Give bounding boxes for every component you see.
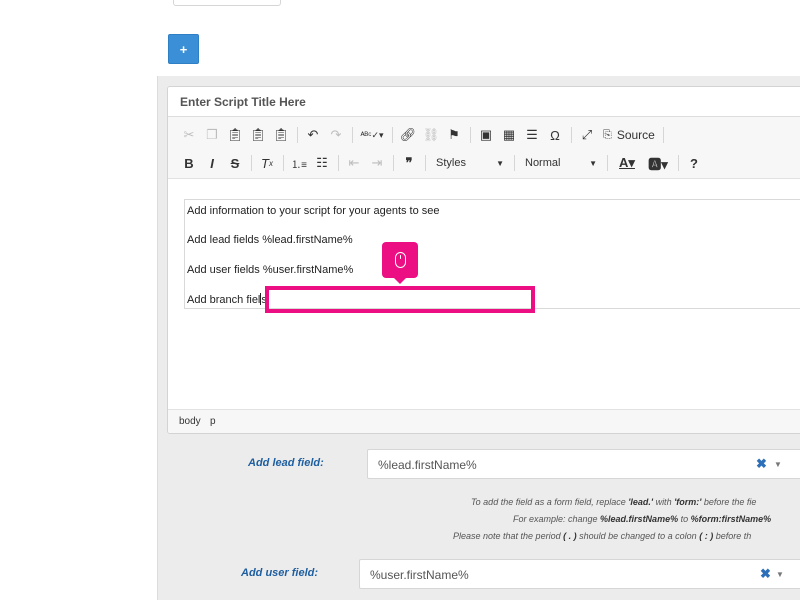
content-paragraph: Add lead fields %lead.firstName% [187, 234, 353, 246]
toolbar-row-1: ✂ ❐ 📋︎ 📋︎ 📋︎ ↶ ↷ ᴬᴮᶜ✓▾ 🔗︎ ⛓ ⚑ ▣ ▦ ☰ Ω ⤢ … [178, 123, 668, 147]
path-crumb-body[interactable]: body [179, 416, 201, 427]
click-hint-badge [382, 242, 418, 284]
toolbar-separator [425, 155, 426, 171]
clear-icon[interactable]: ✖ [756, 456, 767, 472]
bold-icon[interactable]: B [178, 152, 200, 174]
toolbar-separator [470, 127, 471, 143]
mouse-icon [394, 252, 406, 268]
source-icon: ⎘ [603, 128, 612, 141]
copy-icon[interactable]: ❐ [201, 124, 223, 146]
script-title-placeholder: Enter Script Title Here [180, 95, 306, 109]
indent-icon[interactable]: ⇥ [366, 152, 388, 174]
outdent-icon[interactable]: ⇤ [343, 152, 365, 174]
help-icon[interactable]: ? [683, 152, 705, 174]
script-title-input[interactable]: Enter Script Title Here [168, 87, 800, 117]
background-color-icon[interactable]: 🅰︎▾ [643, 152, 673, 174]
user-field-select[interactable]: %user.firstName% ✖ ▼ [359, 559, 800, 589]
source-label: Source [616, 128, 655, 142]
toolbar-separator [607, 155, 608, 171]
maximize-icon[interactable]: ⤢ [576, 124, 598, 146]
toolbar-separator [571, 127, 572, 143]
special-char-icon[interactable]: Ω [544, 124, 566, 146]
toolbar-separator [514, 155, 515, 171]
click-target-highlight [265, 286, 535, 313]
toolbar-separator [283, 155, 284, 171]
format-label: Normal [525, 157, 561, 169]
toolbar-separator [352, 127, 353, 143]
content-paragraph: Add information to your script for your … [187, 205, 440, 217]
spellcheck-icon[interactable]: ᴬᴮᶜ✓▾ [357, 124, 387, 146]
content-paragraph: Add user fields %user.firstName% [187, 264, 354, 276]
user-field-value: %user.firstName% [370, 568, 469, 582]
unlink-icon[interactable]: ⛓ [420, 124, 442, 146]
content-text: Add branch fiel [187, 294, 261, 306]
content-paragraph-active: Add branch fiels [187, 293, 267, 306]
format-dropdown[interactable]: Normal ▼ [519, 152, 603, 174]
image-icon[interactable]: ▣ [475, 124, 497, 146]
path-crumb-p[interactable]: p [210, 416, 216, 427]
lead-field-select[interactable]: %lead.firstName% ✖ ▼ [367, 449, 800, 479]
blockquote-icon[interactable]: ❞ [398, 152, 420, 174]
link-icon[interactable]: 🔗︎ [397, 124, 419, 146]
element-path-bar: body p [168, 409, 800, 433]
lead-field-label: Add lead field: [248, 457, 324, 469]
remove-format-icon[interactable]: Tx [256, 152, 278, 174]
table-icon[interactable]: ▦ [498, 124, 520, 146]
bulleted-list-icon[interactable]: ☷ [311, 152, 333, 174]
toolbar-separator [393, 155, 394, 171]
italic-icon[interactable]: I [201, 152, 223, 174]
chevron-down-icon[interactable]: ▼ [774, 460, 782, 469]
toolbar-separator [338, 155, 339, 171]
undo-icon[interactable]: ↶ [302, 124, 324, 146]
toolbar-separator [297, 127, 298, 143]
numbered-list-icon[interactable]: ⒈≡ [288, 152, 310, 174]
styles-label: Styles [436, 157, 466, 169]
page: + Enter Script Title Here ✂ ❐ 📋︎ 📋︎ 📋︎ ↶… [0, 0, 800, 600]
lead-field-value: %lead.firstName% [378, 458, 477, 472]
toolbar-separator [251, 155, 252, 171]
toolbar-row-2: B I S Tx ⒈≡ ☷ ⇤ ⇥ ❞ Styles ▼ Normal ▼ A▾… [178, 151, 706, 175]
clear-icon[interactable]: ✖ [760, 566, 771, 582]
redo-icon[interactable]: ↷ [325, 124, 347, 146]
chevron-down-icon: ▼ [496, 158, 504, 168]
chevron-down-icon: ▼ [589, 158, 597, 168]
strikethrough-icon[interactable]: S [224, 152, 246, 174]
paste-word-icon[interactable]: 📋︎ [270, 124, 292, 146]
toolbar-separator [392, 127, 393, 143]
editor-toolbar: ✂ ❐ 📋︎ 📋︎ 📋︎ ↶ ↷ ᴬᴮᶜ✓▾ 🔗︎ ⛓ ⚑ ▣ ▦ ☰ Ω ⤢ … [168, 117, 800, 179]
toolbar-separator [662, 127, 664, 143]
help-text-line: For example: change %lead.firstName% to … [513, 514, 772, 524]
top-input[interactable] [173, 0, 281, 6]
source-button[interactable]: ⎘ Source [599, 124, 659, 146]
script-editor: Enter Script Title Here ✂ ❐ 📋︎ 📋︎ 📋︎ ↶ ↷… [167, 86, 800, 434]
text-color-icon[interactable]: A▾ [612, 152, 642, 174]
add-script-button[interactable]: + [168, 34, 199, 64]
paste-text-icon[interactable]: 📋︎ [247, 124, 269, 146]
toolbar-separator [678, 155, 679, 171]
anchor-icon[interactable]: ⚑ [443, 124, 465, 146]
user-field-label: Add user field: [241, 567, 319, 579]
horizontal-rule-icon[interactable]: ☰ [521, 124, 543, 146]
styles-dropdown[interactable]: Styles ▼ [430, 152, 510, 174]
help-text-line: Please note that the period ( . ) should… [453, 531, 752, 541]
help-text-line: To add the field as a form field, replac… [471, 497, 757, 507]
cut-icon[interactable]: ✂ [178, 124, 200, 146]
chevron-down-icon[interactable]: ▼ [776, 570, 784, 579]
paste-icon[interactable]: 📋︎ [224, 124, 246, 146]
